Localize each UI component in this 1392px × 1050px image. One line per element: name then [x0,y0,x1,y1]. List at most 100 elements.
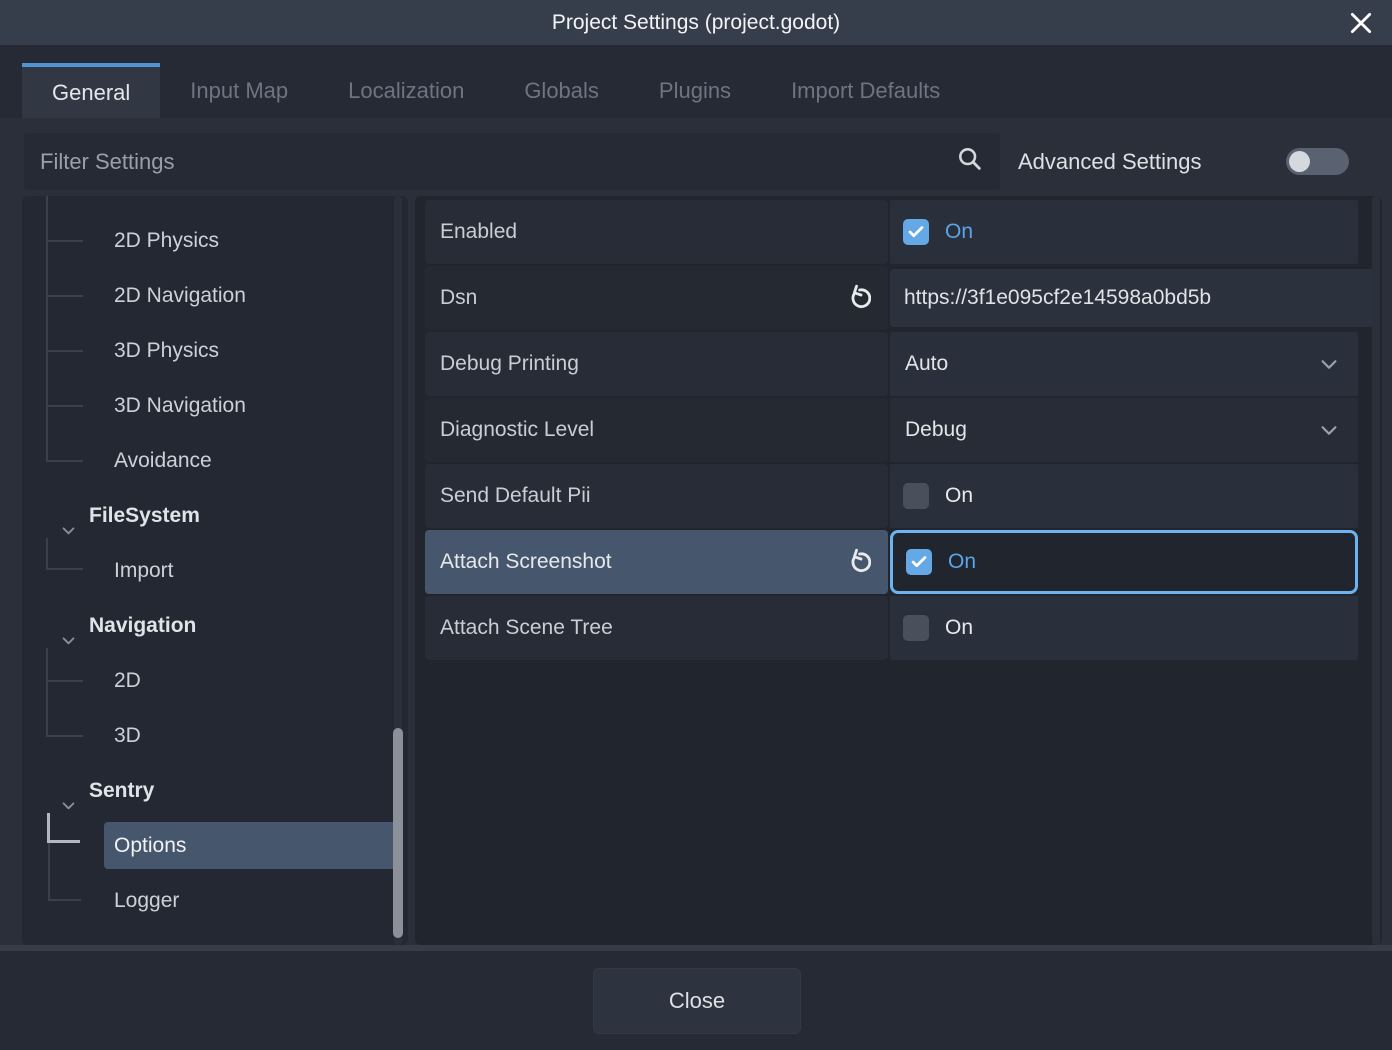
sidebar-item-import[interactable]: Import [114,546,174,596]
chevron-down-icon [60,783,77,833]
tab-import-defaults[interactable]: Import Defaults [761,63,970,118]
tree-item-label: FileSystem [89,504,200,527]
tree-line-selected [47,813,50,843]
tree-item-label: Navigation [89,614,196,637]
tab-general[interactable]: General [22,63,160,118]
setting-label: Dsn [440,286,477,310]
chevron-down-icon[interactable] [1318,419,1340,441]
tab-localization[interactable]: Localization [318,63,494,118]
tree-item-label: Sentry [89,779,154,802]
sidebar-item-2d-physics[interactable]: 2D Physics [114,216,219,266]
tree-line [46,648,48,737]
tree-line [46,735,83,737]
checkbox[interactable] [903,483,929,509]
sidebar-item-logger[interactable]: Logger [114,876,179,926]
tab-globals[interactable]: Globals [494,63,629,118]
sidebar-item-3d-navigation[interactable]: 3D Navigation [114,381,246,431]
tree-item-label: 3D Navigation [114,394,246,417]
tab-label: Globals [524,78,599,104]
panel-bottom-border [0,945,1392,951]
setting-label-cell[interactable]: Debug Printing [425,332,888,396]
setting-value-cell[interactable]: On [890,530,1358,594]
tree-line [46,568,83,570]
select-value: Auto [905,352,1318,376]
checkbox[interactable] [906,549,932,575]
setting-label: Debug Printing [440,352,579,376]
advanced-settings-label: Advanced Settings [1018,133,1201,190]
tree-item-label: 3D Physics [114,339,219,362]
search-icon [956,145,984,178]
tree-line [46,295,83,297]
project-settings-dialog: Project Settings (project.godot) General… [0,0,1392,1050]
sidebar-item-filesystem[interactable]: FileSystem [89,491,200,541]
titlebar: Project Settings (project.godot) [0,0,1392,45]
filter-settings-input[interactable]: Filter Settings [24,133,1000,190]
setting-label-cell[interactable]: Attach Screenshot [425,530,888,594]
tree-item-label: Import [114,559,174,582]
setting-value-cell[interactable]: On [890,596,1358,660]
filter-placeholder: Filter Settings [40,149,956,175]
tree-line-selected [47,840,80,843]
tree-line [46,350,83,352]
sidebar-item-2d-navigation[interactable]: 2D Navigation [114,271,246,321]
settings-panel: Enabled On Dsn [415,196,1382,945]
setting-value-cell[interactable]: Debug [890,398,1358,462]
setting-label-cell[interactable]: Attach Scene Tree [425,596,888,660]
main-scrollbar-track[interactable] [1372,196,1380,945]
checkbox-state-label: On [945,220,973,244]
tab-label: Import Defaults [791,78,940,104]
dsn-text-field[interactable]: https://3f1e095cf2e14598a0bd5b [890,269,1380,327]
settings-tree: 2D Physics 2D Navigation 3D Physics 3D N… [22,196,408,945]
tab-label: Plugins [659,78,731,104]
chevron-down-icon [60,618,77,668]
tree-line [46,405,83,407]
sidebar-item-options[interactable]: Options [114,821,186,871]
checkbox[interactable] [903,615,929,641]
tab-plugins[interactable]: Plugins [629,63,761,118]
setting-label: Enabled [440,220,517,244]
setting-label-cell[interactable]: Send Default Pii [425,464,888,528]
revert-icon[interactable] [843,548,871,576]
close-button[interactable]: Close [593,968,801,1034]
setting-label-cell[interactable]: Dsn [425,266,888,330]
toggle-knob [1289,151,1310,172]
tree-item-label: 2D Physics [114,229,219,252]
tab-label: General [52,80,130,106]
setting-row-attach-screenshot: Attach Screenshot On [415,530,1358,594]
setting-value-cell[interactable]: On [890,464,1358,528]
tab-label: Input Map [190,78,288,104]
setting-row-enabled: Enabled On [415,200,1358,264]
setting-label: Send Default Pii [440,484,591,508]
select-value: Debug [905,418,1318,442]
setting-row-send-default-pii: Send Default Pii On [415,464,1358,528]
tab-input-map[interactable]: Input Map [160,63,318,118]
setting-row-diagnostic-level: Diagnostic Level Debug [415,398,1358,462]
setting-row-debug-printing: Debug Printing Auto [415,332,1358,396]
checkbox[interactable] [903,219,929,245]
tree-item-label: 2D Navigation [114,284,246,307]
chevron-down-icon [60,508,77,558]
sidebar-item-3d-physics[interactable]: 3D Physics [114,326,219,376]
sidebar-item-2d[interactable]: 2D [114,656,141,706]
setting-row-dsn: Dsn https://3f1e095cf2e14598a0bd5b [415,266,1358,330]
checkbox-state-label: On [945,484,973,508]
tree-line [46,680,83,682]
setting-label-cell[interactable]: Diagnostic Level [425,398,888,462]
revert-icon[interactable] [843,284,871,312]
setting-label: Attach Scene Tree [440,616,613,640]
sidebar-item-sentry[interactable]: Sentry [89,766,154,816]
sidebar-item-avoidance[interactable]: Avoidance [114,436,212,486]
sidebar-item-3d[interactable]: 3D [114,711,141,761]
advanced-settings-toggle[interactable] [1286,148,1349,175]
chevron-down-icon[interactable] [1318,353,1340,375]
tab-bar: General Input Map Localization Globals Plugi… [22,63,970,118]
tab-panel: Filter Settings Advanced Settings [0,118,1392,951]
setting-value-cell[interactable]: On [890,200,1358,264]
setting-label-cell[interactable]: Enabled [425,200,888,264]
tree-line [46,196,48,462]
window-close-icon[interactable] [1346,8,1376,38]
sidebar-scrollbar-thumb[interactable] [393,728,403,938]
tree-item-label: 2D [114,669,141,692]
sidebar-item-navigation[interactable]: Navigation [89,601,196,651]
setting-value-cell[interactable]: Auto [890,332,1358,396]
